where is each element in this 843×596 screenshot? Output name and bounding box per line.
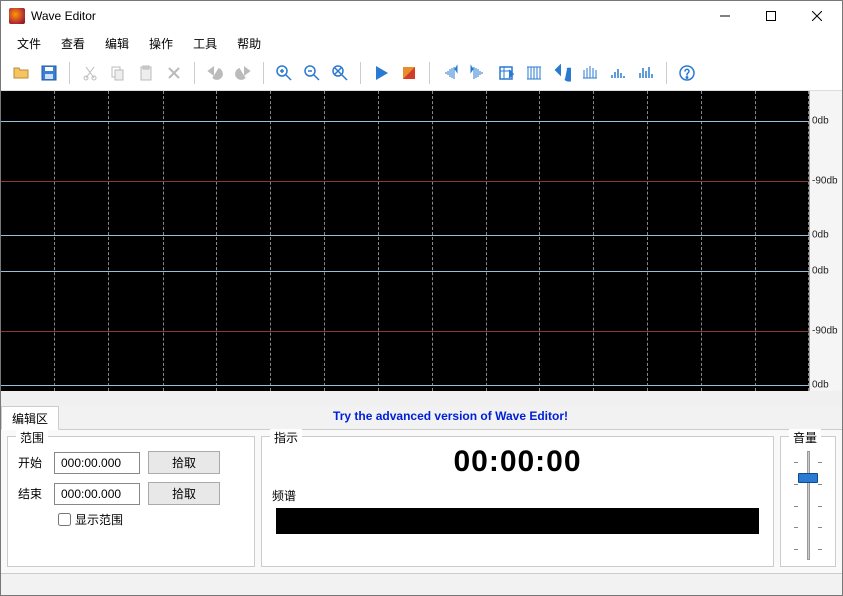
close-button[interactable] [794,1,840,31]
zoom-out-button[interactable] [300,61,324,85]
volume-title: 音量 [789,429,821,446]
undo-button[interactable] [203,61,227,85]
show-range-checkbox[interactable] [58,513,71,526]
volume-thumb[interactable] [798,473,818,483]
indicator-panel: 指示 00:00:00 频谱 [261,436,774,567]
promo-link[interactable]: Try the advanced version of Wave Editor! [59,406,842,429]
delete-button[interactable] [162,61,186,85]
menu-tools[interactable]: 工具 [183,32,227,55]
pick-end-button[interactable]: 拾取 [148,482,220,505]
menu-file[interactable]: 文件 [7,32,51,55]
waveform-area: 0db -90db 0db 0db -90db 0db [1,91,842,406]
zoom-in-button[interactable] [272,61,296,85]
start-label: 开始 [18,454,46,471]
bottom-area: 编辑区 Try the advanced version of Wave Edi… [1,406,842,595]
menu-operate[interactable]: 操作 [139,32,183,55]
play-button[interactable] [369,61,393,85]
minimize-button[interactable] [702,1,748,31]
save-button[interactable] [37,61,61,85]
maximize-button[interactable] [748,1,794,31]
menu-help[interactable]: 帮助 [227,32,271,55]
paste-button[interactable] [134,61,158,85]
insert-silence-button[interactable] [494,61,518,85]
spectrum-label: 频谱 [272,487,763,504]
volume-slider[interactable] [798,451,818,560]
redo-button[interactable] [231,61,255,85]
window-title: Wave Editor [31,9,96,23]
menu-bar: 文件 查看 编辑 操作 工具 帮助 [1,31,842,55]
db-label-90: -90db [812,326,838,337]
range-panel: 范围 开始 拾取 结束 拾取 显示范围 [7,436,255,567]
record-button[interactable] [397,61,421,85]
invert-button[interactable] [578,61,602,85]
end-input[interactable] [54,483,140,505]
menu-view[interactable]: 查看 [51,32,95,55]
show-range-label: 显示范围 [75,511,123,528]
spectrum-display [276,508,759,534]
db-label-90: -90db [812,176,838,187]
status-bar [1,573,842,595]
zoom-fit-button[interactable] [328,61,352,85]
menu-edit[interactable]: 编辑 [95,32,139,55]
open-button[interactable] [9,61,33,85]
indicator-title: 指示 [270,429,302,446]
end-label: 结束 [18,485,46,502]
db-label-0: 0db [812,116,829,127]
app-icon [9,8,25,24]
equalizer-button[interactable] [634,61,658,85]
toolbar [1,55,842,91]
waveform-canvas[interactable] [1,91,809,391]
db-label-0: 0db [812,266,829,277]
db-scale: 0db -90db 0db 0db -90db 0db [809,91,842,391]
pick-start-button[interactable]: 拾取 [148,451,220,474]
copy-button[interactable] [106,61,130,85]
range-title: 范围 [16,429,48,446]
fade-out-button[interactable] [466,61,490,85]
db-label-0: 0db [812,380,829,391]
cut-button[interactable] [78,61,102,85]
reverse-button[interactable] [550,61,574,85]
tab-row: 编辑区 Try the advanced version of Wave Edi… [1,406,842,430]
normalize-button[interactable] [522,61,546,85]
fade-in-button[interactable] [438,61,462,85]
db-label-0: 0db [812,230,829,241]
volume-panel: 音量 [780,436,836,567]
amplify-button[interactable] [606,61,630,85]
time-display: 00:00:00 [272,445,763,479]
start-input[interactable] [54,452,140,474]
help-button[interactable] [675,61,699,85]
title-bar: Wave Editor [1,1,842,31]
tab-editor[interactable]: 编辑区 [1,406,59,430]
